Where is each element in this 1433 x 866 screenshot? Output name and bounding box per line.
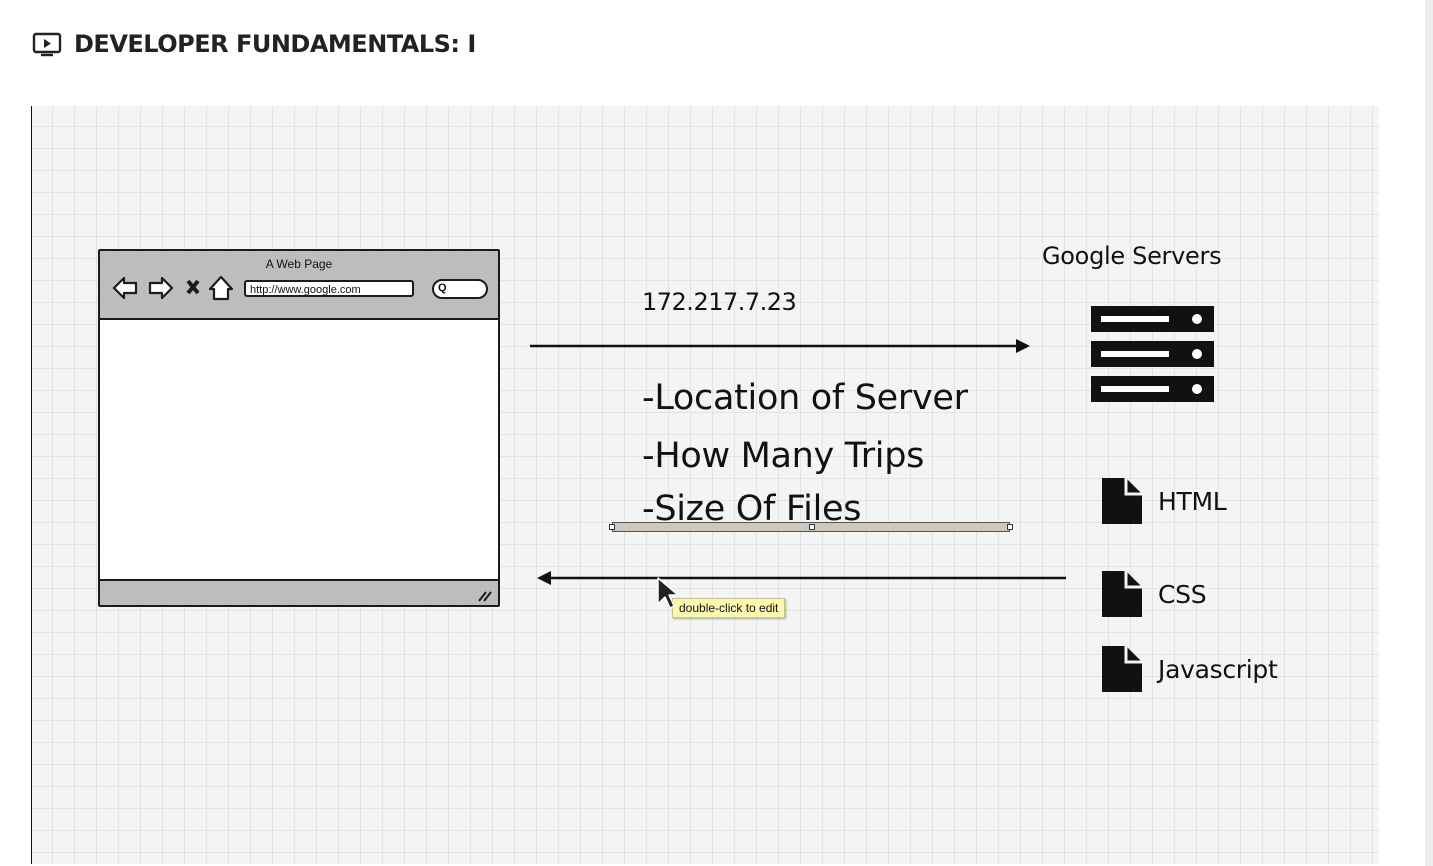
video-play-icon bbox=[32, 30, 62, 58]
servers-label: Google Servers bbox=[1042, 242, 1222, 270]
edit-tooltip: double-click to edit bbox=[672, 598, 786, 618]
lecture-header: DEVELOPER FUNDAMENTALS: I bbox=[32, 28, 476, 60]
resize-handle-left[interactable] bbox=[609, 524, 615, 530]
mouse-cursor-icon bbox=[657, 577, 679, 609]
file-item-html: HTML bbox=[1102, 478, 1227, 524]
file-icon bbox=[1102, 571, 1142, 617]
resize-handle-right[interactable] bbox=[1007, 524, 1013, 530]
page-scrollbar[interactable] bbox=[1425, 0, 1433, 866]
selected-line-shape[interactable] bbox=[609, 522, 1013, 532]
lecture-title: DEVELOPER FUNDAMENTALS: I bbox=[74, 30, 476, 58]
bullet-how-many-trips: -How Many Trips bbox=[642, 436, 925, 476]
resize-handle-middle[interactable] bbox=[809, 524, 815, 530]
file-label-javascript: Javascript bbox=[1158, 654, 1278, 684]
request-arrow bbox=[530, 339, 1030, 353]
response-arrow bbox=[537, 571, 1066, 585]
server-stack-icon bbox=[1091, 306, 1215, 409]
file-item-css: CSS bbox=[1102, 571, 1207, 617]
file-icon bbox=[1102, 478, 1142, 524]
file-label-html: HTML bbox=[1158, 486, 1227, 516]
bullet-location-of-server: -Location of Server bbox=[642, 378, 968, 418]
video-frame[interactable]: A Web Page http://www.google.com Q 172.2… bbox=[31, 106, 1379, 864]
file-icon bbox=[1102, 646, 1142, 692]
ip-address-label: 172.217.7.23 bbox=[642, 288, 797, 316]
file-label-css: CSS bbox=[1158, 579, 1207, 609]
file-item-javascript: Javascript bbox=[1102, 646, 1278, 692]
